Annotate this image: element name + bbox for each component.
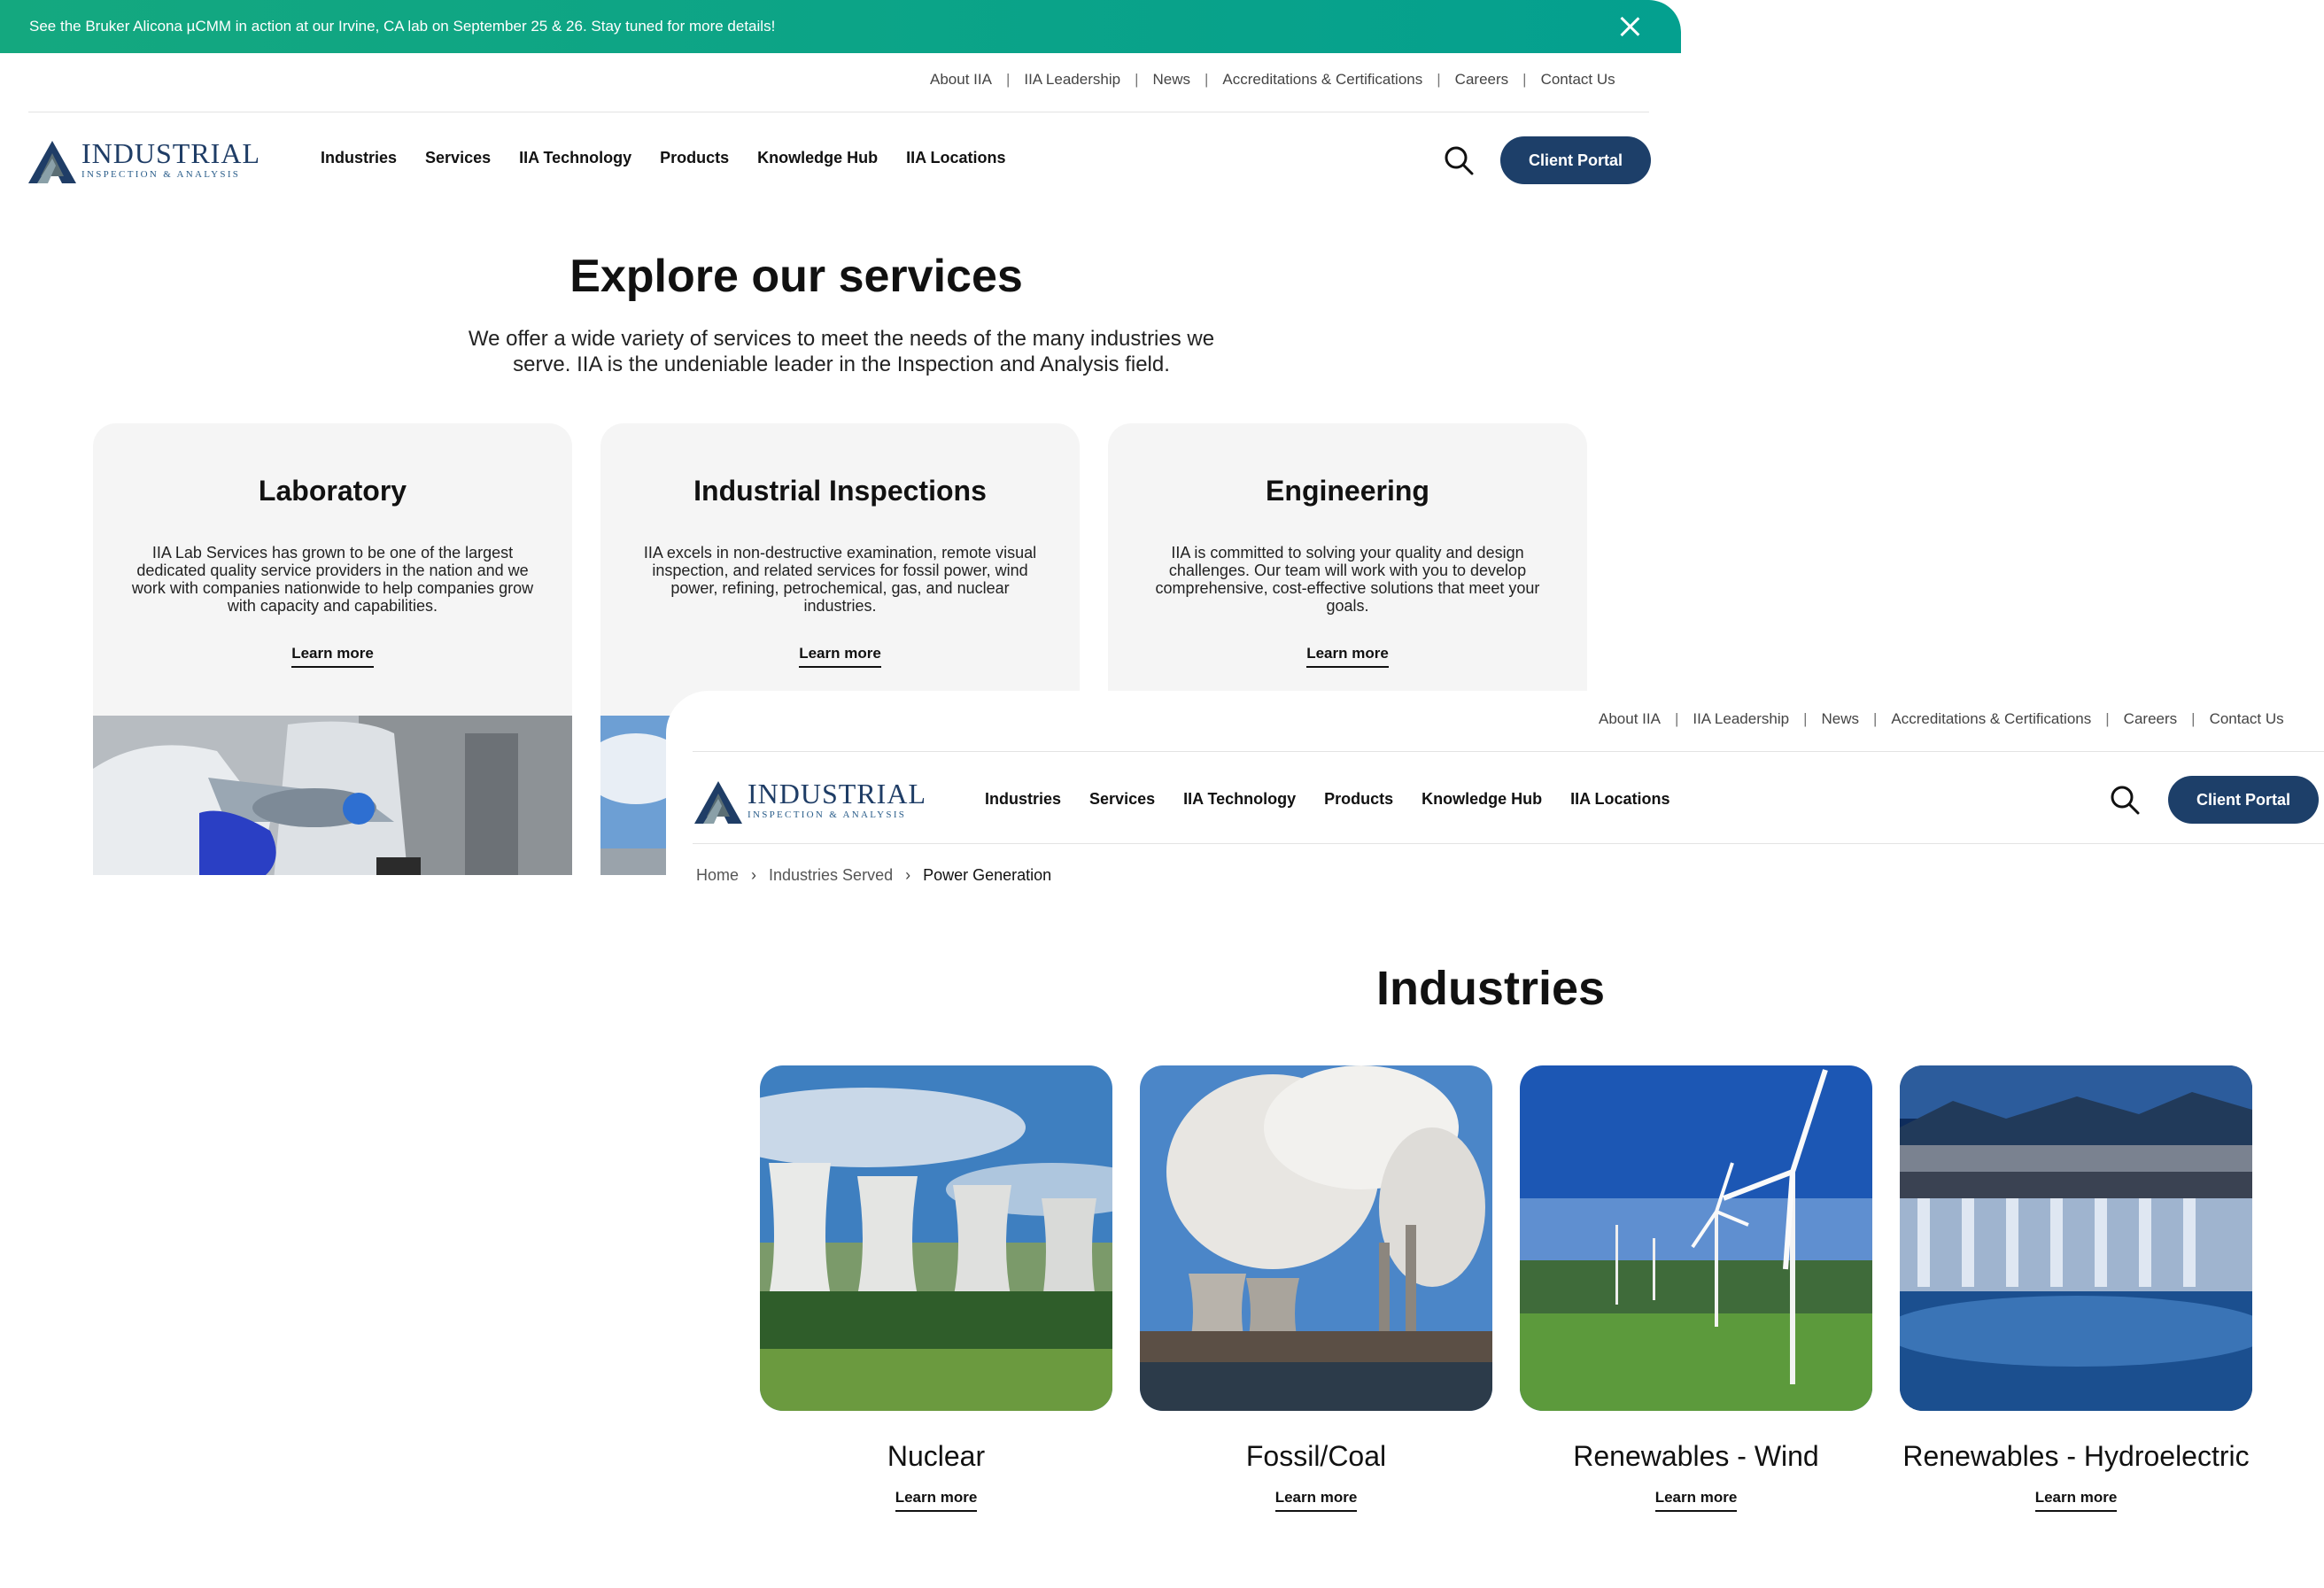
utility-nav: About IIA | IIA Leadership | News | Accredi… — [1599, 710, 2284, 728]
breadcrumb-current: Power Generation — [923, 866, 1052, 884]
search-icon[interactable] — [1444, 145, 1474, 175]
brand-logo[interactable]: INDUSTRIAL INSPECTION & ANALYSIS — [694, 776, 926, 825]
nav-iia-technology[interactable]: IIA Technology — [519, 149, 631, 167]
search-icon[interactable] — [2110, 785, 2140, 815]
nav-industries[interactable]: Industries — [321, 149, 397, 167]
hydroelectric-photo — [1900, 1065, 2252, 1411]
nav-products[interactable]: Products — [660, 149, 729, 167]
announcement-bar: See the Bruker Alicona µCMM in action at… — [0, 0, 1681, 53]
logo-subtitle: INSPECTION & ANALYSIS — [748, 809, 907, 820]
utility-link-leadership[interactable]: IIA Leadership — [1693, 710, 1789, 728]
nav-iia-locations[interactable]: IIA Locations — [1570, 790, 1669, 809]
industry-card-renewables-wind[interactable]: Renewables - Wind Learn more — [1520, 1065, 1872, 1512]
utility-link-contact[interactable]: Contact Us — [1541, 71, 1615, 89]
chevron-right-icon: › — [905, 866, 911, 884]
main-nav: Industries Services IIA Technology Produ… — [321, 149, 1034, 167]
industry-card-title: Fossil/Coal — [1245, 1440, 1387, 1472]
brand-logo[interactable]: INDUSTRIAL INSPECTION & ANALYSIS — [28, 136, 260, 185]
service-card-laboratory: Laboratory IIA Lab Services has grown to… — [93, 423, 572, 875]
nav-products[interactable]: Products — [1324, 790, 1393, 809]
wind-photo — [1520, 1065, 1872, 1411]
nav-knowledge-hub[interactable]: Knowledge Hub — [757, 149, 878, 167]
industries-title: Industries — [1375, 962, 1606, 1015]
nav-iia-technology[interactable]: IIA Technology — [1183, 790, 1296, 809]
fossil-coal-photo — [1140, 1065, 1492, 1411]
service-card-text: IIA Lab Services has grown to be one of … — [131, 544, 534, 615]
header-divider — [693, 751, 2324, 752]
utility-link-accreditations[interactable]: Accreditations & Certifications — [1222, 71, 1422, 89]
learn-more-link[interactable]: Learn more — [2034, 1489, 2118, 1512]
service-card-text: IIA is committed to solving your quality… — [1155, 544, 1540, 615]
announcement-text: See the Bruker Alicona µCMM in action at… — [29, 18, 776, 35]
utility-link-about[interactable]: About IIA — [1599, 710, 1661, 728]
utility-link-accreditations[interactable]: Accreditations & Certifications — [1891, 710, 2091, 728]
page-title: Explore our services — [569, 251, 1023, 302]
utility-link-about[interactable]: About IIA — [930, 71, 992, 89]
nav-divider — [693, 843, 2324, 844]
laboratory-photo — [93, 716, 572, 875]
utility-link-contact[interactable]: Contact Us — [2210, 710, 2284, 728]
breadcrumb-home[interactable]: Home — [696, 866, 739, 885]
service-card-title: Industrial Inspections — [693, 475, 987, 507]
main-nav: Industries Services IIA Technology Produ… — [985, 790, 1698, 809]
service-card-title: Laboratory — [258, 475, 407, 507]
industries-page-window: About IIA | IIA Leadership | News | Accredi… — [666, 691, 2324, 1588]
industry-card-title: Renewables - Hydroelectric — [1902, 1440, 2250, 1472]
logo-triangle-icon — [28, 141, 76, 183]
learn-more-link[interactable]: Learn more — [291, 645, 374, 668]
close-icon[interactable] — [1617, 14, 1642, 39]
learn-more-link[interactable]: Learn more — [799, 645, 881, 668]
learn-more-link[interactable]: Learn more — [1274, 1489, 1358, 1512]
logo-subtitle: INSPECTION & ANALYSIS — [81, 169, 241, 180]
service-card-title: Engineering — [1266, 475, 1429, 507]
nav-industries[interactable]: Industries — [985, 790, 1061, 809]
learn-more-link[interactable]: Learn more — [1306, 645, 1389, 668]
logo-triangle-icon — [694, 781, 742, 824]
utility-link-news[interactable]: News — [1821, 710, 1859, 728]
utility-link-news[interactable]: News — [1152, 71, 1190, 89]
logo-wordmark: INDUSTRIAL — [81, 137, 260, 169]
nav-services[interactable]: Services — [425, 149, 491, 167]
service-card-text: IIA excels in non-destructive examinatio… — [643, 544, 1037, 615]
breadcrumb-industries-served[interactable]: Industries Served — [769, 866, 893, 885]
utility-link-leadership[interactable]: IIA Leadership — [1024, 71, 1120, 89]
nav-knowledge-hub[interactable]: Knowledge Hub — [1422, 790, 1542, 809]
logo-wordmark: INDUSTRIAL — [748, 778, 926, 809]
utility-nav: About IIA | IIA Leadership | News | Accredi… — [930, 71, 1615, 89]
utility-link-careers[interactable]: Careers — [2124, 710, 2177, 728]
page-subtitle: We offer a wide variety of services to m… — [468, 327, 1215, 376]
client-portal-button[interactable]: Client Portal — [2168, 776, 2319, 824]
utility-link-careers[interactable]: Careers — [1455, 71, 1508, 89]
nav-iia-locations[interactable]: IIA Locations — [906, 149, 1005, 167]
industry-card-fossil-coal[interactable]: Fossil/Coal Learn more — [1140, 1065, 1492, 1512]
nuclear-photo — [760, 1065, 1112, 1411]
industry-card-renewables-hydroelectric[interactable]: Renewables - Hydroelectric Learn more — [1900, 1065, 2252, 1512]
breadcrumb: Home › Industries Served › Power Generat… — [696, 866, 1051, 885]
industry-card-nuclear[interactable]: Nuclear Learn more — [760, 1065, 1112, 1512]
nav-services[interactable]: Services — [1089, 790, 1155, 809]
industry-card-title: Renewables - Wind — [1573, 1440, 1819, 1472]
industry-card-title: Nuclear — [887, 1440, 986, 1472]
client-portal-button[interactable]: Client Portal — [1500, 136, 1651, 184]
learn-more-link[interactable]: Learn more — [1654, 1489, 1738, 1512]
learn-more-link[interactable]: Learn more — [895, 1489, 978, 1512]
chevron-right-icon: › — [751, 866, 757, 884]
